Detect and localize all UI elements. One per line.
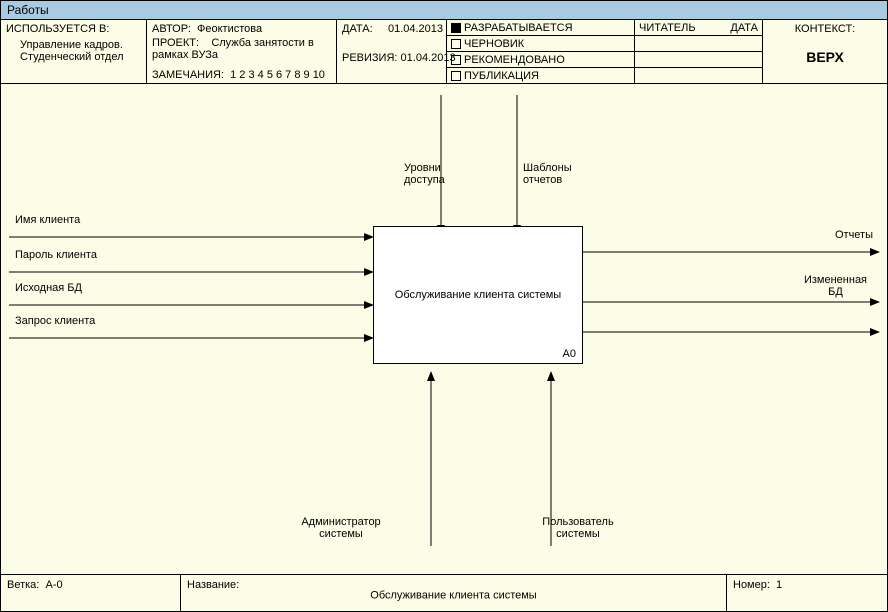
date-value: 01.04.2013 [388, 23, 443, 35]
checkbox-filled-icon [451, 23, 461, 33]
context-value: ВЕРХ [806, 49, 844, 65]
footer-name: Название: Обслуживание клиента системы [181, 575, 727, 611]
reader-row: ЧИТАТЕЛЬДАТА [635, 20, 762, 36]
name-label: Название: [187, 579, 239, 591]
output-label: Отчеты [835, 229, 873, 241]
header: ИСПОЛЬЗУЕТСЯ В: Управление кадров. Студе… [1, 20, 887, 84]
input-label: Исходная БД [15, 282, 82, 294]
idef0-window: Работы ИСПОЛЬЗУЕТСЯ В: Управление кадров… [0, 0, 888, 612]
status-in-dev: РАЗРАБАТЫВАЕТСЯ [447, 20, 634, 36]
status-recommended: РЕКОМЕНДОВАНО [447, 52, 634, 68]
name-value: Обслуживание клиента системы [370, 589, 536, 601]
input-label: Запрос клиента [15, 315, 95, 327]
branch-value: А-0 [45, 579, 62, 591]
used-in-value: Управление кадров. Студенческий отдел [20, 39, 141, 63]
output-label: Измененная БД [798, 274, 873, 298]
header-status: РАЗРАБАТЫВАЕТСЯ ЧЕРНОВИК РЕКОМЕНДОВАНО П… [447, 20, 635, 83]
project-label: ПРОЕКТ: [152, 37, 199, 49]
footer-number: Номер: 1 [727, 575, 887, 611]
header-author-project: АВТОР: Феоктистова ПРОЕКТ: Служба занято… [147, 20, 337, 83]
header-dates: ДАТА: 01.04.2013 РЕВИЗИЯ: 01.04.2013 [337, 20, 447, 83]
header-context: КОНТЕКСТ: ВЕРХ [763, 20, 887, 83]
header-reader: ЧИТАТЕЛЬДАТА [635, 20, 763, 83]
mechanism-label: Пользователь системы [528, 516, 628, 540]
window-title: Работы [7, 3, 49, 17]
title-bar: Работы [1, 1, 887, 20]
context-label: КОНТЕКСТ: [768, 23, 882, 35]
control-label: Уровни доступа [404, 162, 464, 186]
control-label: Шаблоны отчетов [523, 162, 583, 186]
diagram-canvas: Обслуживание клиента системы А0 Имя клие… [1, 84, 887, 575]
date-label: ДАТА: [342, 23, 373, 35]
author-label: АВТОР: [152, 23, 191, 35]
checkbox-icon [451, 71, 461, 81]
input-label: Имя клиента [15, 214, 80, 226]
remarks-value: 1 2 3 4 5 6 7 8 9 10 [230, 69, 325, 81]
header-used-in: ИСПОЛЬЗУЕТСЯ В: Управление кадров. Студе… [1, 20, 147, 83]
checkbox-icon [451, 55, 461, 65]
input-label: Пароль клиента [15, 249, 97, 261]
used-in-label: ИСПОЛЬЗУЕТСЯ В: [6, 23, 109, 35]
revision-label: РЕВИЗИЯ: [342, 52, 397, 64]
status-publication: ПУБЛИКАЦИЯ [447, 68, 634, 83]
status-draft: ЧЕРНОВИК [447, 36, 634, 52]
branch-label: Ветка: [7, 579, 39, 591]
footer-branch: Ветка: А-0 [1, 575, 181, 611]
process-id: А0 [563, 348, 576, 360]
number-value: 1 [776, 579, 782, 591]
checkbox-icon [451, 39, 461, 49]
mechanism-label: Администратор системы [291, 516, 391, 540]
date2-label: ДАТА [730, 22, 758, 34]
remarks-label: ЗАМЕЧАНИЯ: [152, 69, 224, 81]
footer: Ветка: А-0 Название: Обслуживание клиент… [1, 575, 887, 611]
process-box[interactable]: Обслуживание клиента системы А0 [373, 226, 583, 364]
number-label: Номер: [733, 579, 770, 591]
author-value: Феоктистова [197, 23, 262, 35]
process-title: Обслуживание клиента системы [395, 289, 561, 301]
